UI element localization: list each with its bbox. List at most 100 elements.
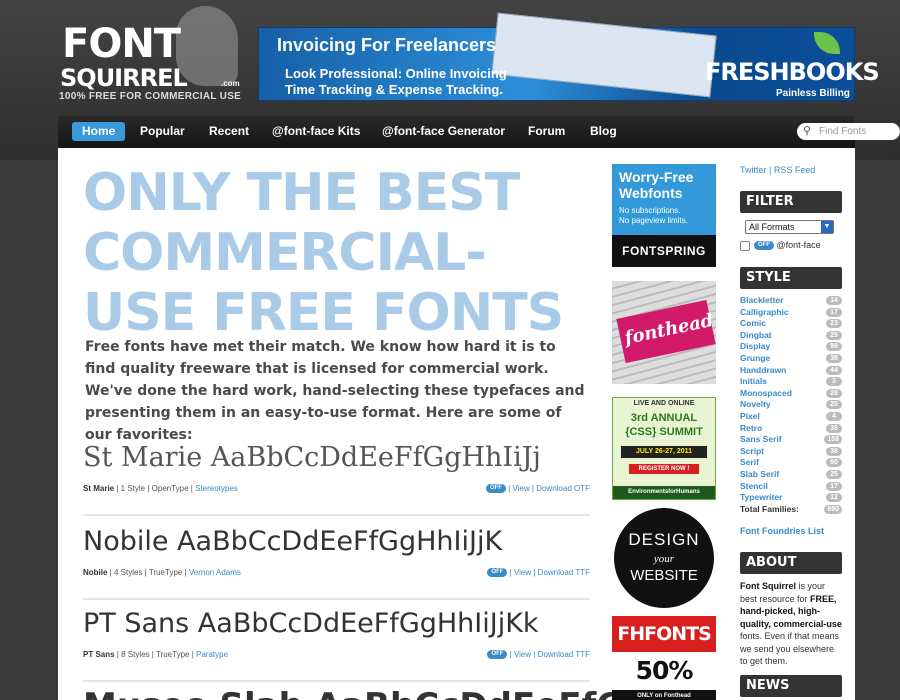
- style-item-count: 3: [826, 377, 842, 387]
- nav-recent[interactable]: Recent: [199, 122, 259, 141]
- style-item[interactable]: Slab Serif 25: [740, 469, 842, 481]
- font-face-checkbox[interactable]: [740, 240, 750, 251]
- font-name[interactable]: St Marie: [83, 484, 114, 493]
- freshbooks-banner-ad[interactable]: Invoicing For Freelancers Look Professio…: [258, 12, 880, 101]
- design-website-ad[interactable]: DESIGN your WEBSITE: [612, 508, 716, 608]
- register-button[interactable]: REGISTER NOW !: [629, 464, 699, 474]
- font-specimen[interactable]: Nobile AaBbCcDdEeFfGgHhIiJjK: [83, 522, 502, 562]
- about-heading: ABOUT: [740, 552, 842, 574]
- fonthead-ad[interactable]: fonthead: [612, 281, 716, 384]
- style-item-name: Dingbat: [740, 329, 772, 340]
- font-face-toggle[interactable]: OFF: [485, 484, 506, 494]
- style-item[interactable]: Calligraphic 17: [740, 307, 842, 319]
- font-author-link[interactable]: Paratype: [196, 650, 228, 659]
- ad-name: {CSS} SUMMIT: [625, 426, 703, 438]
- font-specimen[interactable]: St Marie AaBbCcDdEeFfGgHhIiJj: [83, 438, 541, 478]
- style-item[interactable]: Sans Serif 158: [740, 434, 842, 446]
- style-item-count: 60: [826, 458, 842, 468]
- style-item[interactable]: Typewriter 12: [740, 492, 842, 504]
- style-item[interactable]: Dingbat 29: [740, 330, 842, 342]
- font-face-toggle[interactable]: OFF: [487, 650, 508, 660]
- ad-top: LIVE AND ONLINE: [633, 400, 695, 407]
- style-item-name: Retro: [740, 422, 763, 433]
- style-item[interactable]: Initials 3: [740, 376, 842, 388]
- font-styles: 4 Styles: [113, 568, 143, 577]
- style-item-name: Handdrawn: [740, 364, 787, 375]
- nav-forum[interactable]: Forum: [518, 122, 575, 141]
- style-item-count: 29: [826, 330, 842, 340]
- view-link[interactable]: View: [514, 568, 531, 577]
- style-item[interactable]: Comic 23: [740, 318, 842, 330]
- style-item[interactable]: Monospaced 28: [740, 388, 842, 400]
- style-item[interactable]: Display 98: [740, 341, 842, 353]
- font-face-toggle[interactable]: OFF: [754, 241, 774, 251]
- search-input[interactable]: ⚲ Find Fonts: [797, 123, 900, 140]
- fhfonts-ad[interactable]: FHFONTS 50% OFF ONLY on Fonthead: [612, 616, 716, 700]
- style-item[interactable]: Serif 60: [740, 457, 842, 469]
- css-summit-ad[interactable]: LIVE AND ONLINE 3rd ANNUAL {CSS} SUMMIT …: [612, 397, 716, 500]
- style-item-count: 38: [826, 446, 842, 456]
- style-item-name: Novelty: [740, 399, 771, 410]
- main-nav: Home Popular Recent @font-face Kits @fon…: [58, 116, 900, 148]
- total-label: Total Families:: [740, 503, 799, 514]
- font-specimen[interactable]: PT Sans AaBbCcDdEeFfGgHhIiJjKk: [83, 604, 539, 644]
- rss-link[interactable]: RSS Feed: [774, 165, 816, 175]
- style-item-count: 23: [826, 319, 842, 329]
- about-text: Font Squirrel is your best resource for …: [740, 581, 842, 666]
- style-item[interactable]: Novelty 20: [740, 399, 842, 411]
- style-item[interactable]: Blackletter 14: [740, 295, 842, 307]
- view-link[interactable]: View: [512, 484, 529, 493]
- logo-line2: SQUIRREL: [60, 64, 188, 92]
- format-select-value: All Formats: [749, 222, 795, 232]
- style-item-count: 4: [826, 411, 842, 421]
- ad-subtext: No subscriptions. No pageview limits.: [619, 206, 688, 225]
- nav-home[interactable]: Home: [72, 122, 126, 141]
- nav-font-face-kits[interactable]: @font-face Kits: [262, 122, 370, 141]
- fontspring-ad[interactable]: Worry-Free Webfonts No subscriptions. No p…: [612, 164, 716, 267]
- download-link[interactable]: Download OTF: [536, 484, 590, 493]
- style-item[interactable]: Handdrawn 44: [740, 365, 842, 377]
- font-face-label: @font-face: [776, 240, 821, 250]
- nav-font-face-generator[interactable]: @font-face Generator: [372, 122, 515, 141]
- style-item[interactable]: Stencil 17: [740, 481, 842, 493]
- font-foundries-link[interactable]: Font Foundries List: [740, 526, 824, 536]
- format-select[interactable]: All Formats ▼: [745, 220, 834, 234]
- font-name[interactable]: PT Sans: [83, 650, 115, 659]
- style-item[interactable]: Pixel 4: [740, 411, 842, 423]
- chevron-down-icon: ▼: [821, 221, 833, 233]
- download-link[interactable]: Download TTF: [538, 568, 590, 577]
- hero-line: USE FREE FONTS: [83, 283, 564, 343]
- font-entry: St Marie AaBbCcDdEeFfGgHhIiJj St Marie |…: [83, 438, 590, 516]
- style-item[interactable]: Retro 36: [740, 423, 842, 435]
- style-item-count: 20: [826, 400, 842, 410]
- style-item-name: Script: [740, 445, 765, 456]
- ad-line1: FHFONTS: [612, 616, 716, 652]
- font-author-link[interactable]: Stereotypes: [195, 484, 238, 493]
- style-item-count: 14: [826, 296, 842, 305]
- font-actions: OFF | View | Download TTF: [487, 568, 590, 578]
- style-item[interactable]: Grunge 38: [740, 353, 842, 365]
- nav-popular[interactable]: Popular: [130, 122, 195, 141]
- hero-headline: ONLY THE BEST COMMERCIAL- USE FREE FONTS: [83, 163, 603, 343]
- font-format: OpenType: [151, 484, 189, 493]
- filter-heading: FILTER: [740, 191, 842, 213]
- style-item-name: Calligraphic: [740, 306, 789, 317]
- search-placeholder: Find Fonts: [819, 126, 867, 137]
- font-face-toggle[interactable]: OFF: [487, 568, 508, 578]
- ad-line3: WEBSITE: [630, 567, 698, 584]
- style-item-count: 25: [826, 469, 842, 479]
- style-item-name: Serif: [740, 457, 759, 468]
- view-link[interactable]: View: [514, 650, 531, 659]
- download-link[interactable]: Download TTF: [538, 650, 590, 659]
- news-heading: NEWS: [740, 675, 842, 697]
- style-item[interactable]: Script 38: [740, 446, 842, 458]
- font-face-filter: OFF @font-face: [740, 239, 821, 251]
- font-format: TrueType: [148, 568, 183, 577]
- site-logo[interactable]: FONT SQUIRREL .com 100% FREE FOR COMMERC…: [58, 6, 248, 105]
- nav-blog[interactable]: Blog: [580, 122, 627, 141]
- font-author-link[interactable]: Vernon Adams: [189, 568, 241, 577]
- font-specimen-partial[interactable]: Museo Slab AaBbCcDdEeFfG: [83, 686, 624, 700]
- style-item-count: 44: [826, 365, 842, 375]
- font-name[interactable]: Nobile: [83, 568, 107, 577]
- twitter-link[interactable]: Twitter: [740, 165, 767, 175]
